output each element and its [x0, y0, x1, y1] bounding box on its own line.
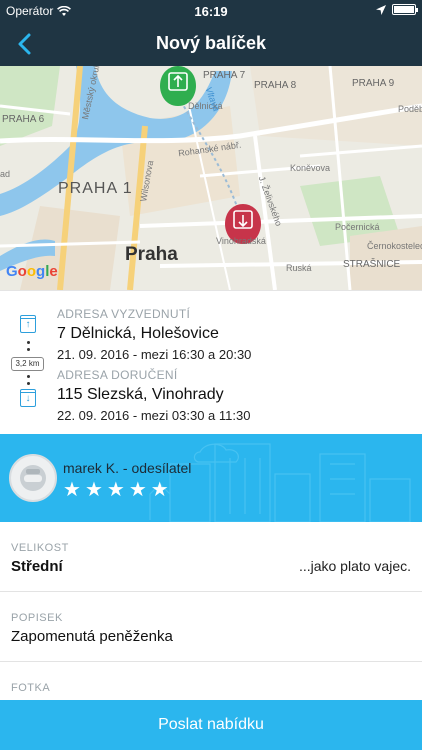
pickup-time: 21. 09. 2016 - mezi 16:30 a 20:30 — [57, 347, 252, 362]
star-icon: ★ — [84, 479, 103, 501]
star-icon: ★ — [63, 479, 81, 501]
size-label: VELIKOST — [11, 542, 69, 554]
delivery-street: 115 Slezská, Vinohrady — [57, 386, 224, 403]
delivery-address[interactable]: ADRESA DORUČENÍ 115 Slezská, Vinohrady 2… — [57, 368, 250, 423]
sender-rating: ★ ★ ★ ★ ★ — [63, 480, 169, 500]
sender-name: marek K. - odesílatel — [63, 460, 192, 476]
user-placeholder-icon — [20, 465, 46, 491]
top-bar: Operátor 16:19 Nový balíček — [0, 0, 422, 66]
sender-card[interactable]: marek K. - odesílatel ★ ★ ★ ★ ★ — [0, 434, 422, 522]
map-label-podebr: Poděb — [398, 104, 422, 114]
star-icon: ★ — [106, 479, 125, 501]
location-arrow-icon — [376, 4, 386, 15]
pickup-label: ADRESA VYZVEDNUTÍ — [57, 307, 191, 321]
route-icons: ↑ 3,2 km ↓ — [10, 315, 46, 415]
delivery-time: 22. 09. 2016 - mezi 03:30 a 11:30 — [57, 408, 251, 423]
send-offer-button[interactable]: Poslat nabídku — [0, 700, 422, 750]
status-bar: Operátor 16:19 — [0, 0, 422, 22]
route-dot — [27, 348, 30, 351]
map-label-praha8: PRAHA 8 — [254, 80, 297, 91]
map-label-konevova: Koněvova — [290, 163, 331, 173]
map-label-praha9: PRAHA 9 — [352, 78, 395, 89]
route-section: ↑ 3,2 km ↓ ADRESA VYZVEDNUTÍ 7 Dělnická,… — [0, 290, 422, 434]
map-label-cernokostelecka: Černokostelec — [367, 241, 422, 251]
battery-icon — [392, 4, 418, 15]
google-logo: Google — [6, 263, 58, 280]
map-label-pocernicka: Počernická — [335, 222, 380, 232]
map-label-praha6: PRAHA 6 — [2, 114, 45, 125]
pickup-box-icon: ↑ — [20, 315, 36, 333]
navigation-bar: Nový balíček — [0, 22, 422, 66]
size-row: VELIKOST Střední ...jako plato vajec. — [0, 522, 422, 592]
size-value: Střední — [11, 558, 63, 575]
photo-row: FOTKA — [0, 662, 422, 702]
star-icon: ★ — [128, 479, 147, 501]
delivery-box-icon: ↓ — [20, 389, 36, 407]
pickup-pin[interactable] — [160, 66, 196, 106]
status-time: 16:19 — [194, 4, 228, 19]
route-map[interactable]: PRAHA 1 Praha PRAHA 6 PRAHA 7 PRAHA 8 PR… — [0, 66, 422, 290]
description-row: POPISEK Zapomenutá peněženka — [0, 592, 422, 662]
map-label-praha: Praha — [125, 244, 178, 265]
city-skyline-decoration — [149, 443, 411, 522]
distance-badge: 3,2 km — [11, 357, 44, 371]
description-value: Zapomenutá peněženka — [11, 628, 173, 645]
map-label-strasnice: STRAŠNICE — [343, 259, 401, 270]
pickup-address[interactable]: ADRESA VYZVEDNUTÍ 7 Dělnická, Holešovice… — [57, 307, 251, 362]
size-note: ...jako plato vajec. — [298, 558, 411, 574]
sender-avatar[interactable] — [9, 454, 57, 502]
map-label-vinohradska: Vinohradská — [216, 236, 266, 246]
pickup-street: 7 Dělnická, Holešovice — [57, 325, 219, 342]
route-dot — [27, 375, 30, 378]
description-label: POPISEK — [11, 612, 63, 624]
route-dot — [27, 341, 30, 344]
status-right — [376, 4, 418, 15]
map-label-ruska: Ruská — [286, 263, 312, 273]
map-label-praha7: PRAHA 7 — [203, 70, 246, 81]
map-label-praha1: PRAHA 1 — [58, 180, 133, 197]
star-icon: ★ — [150, 479, 169, 501]
route-dot — [27, 382, 30, 385]
map-label-left-edge: ad — [0, 169, 11, 179]
page-title: Nový balíček — [155, 33, 267, 53]
photo-label: FOTKA — [11, 682, 51, 694]
delivery-label: ADRESA DORUČENÍ — [57, 368, 178, 382]
